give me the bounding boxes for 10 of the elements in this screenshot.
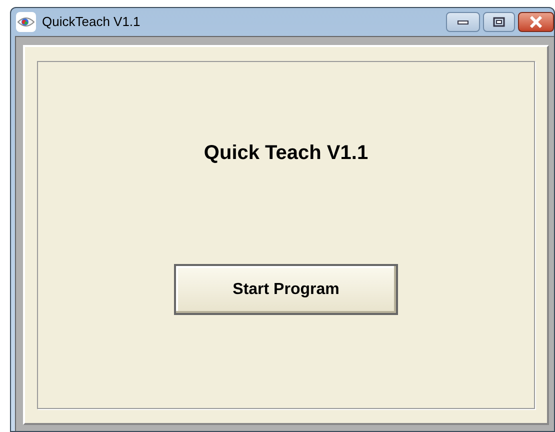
eye-icon (16, 12, 36, 32)
close-button[interactable] (518, 12, 554, 32)
app-heading: Quick Teach V1.1 (204, 141, 368, 166)
minimize-button[interactable] (446, 12, 480, 32)
start-program-button[interactable]: Start Program (174, 264, 398, 315)
minimize-icon (457, 19, 469, 25)
close-icon (529, 16, 543, 28)
window-title: QuickTeach V1.1 (42, 13, 140, 32)
maximize-icon (493, 17, 505, 27)
maximize-button[interactable] (483, 12, 515, 32)
